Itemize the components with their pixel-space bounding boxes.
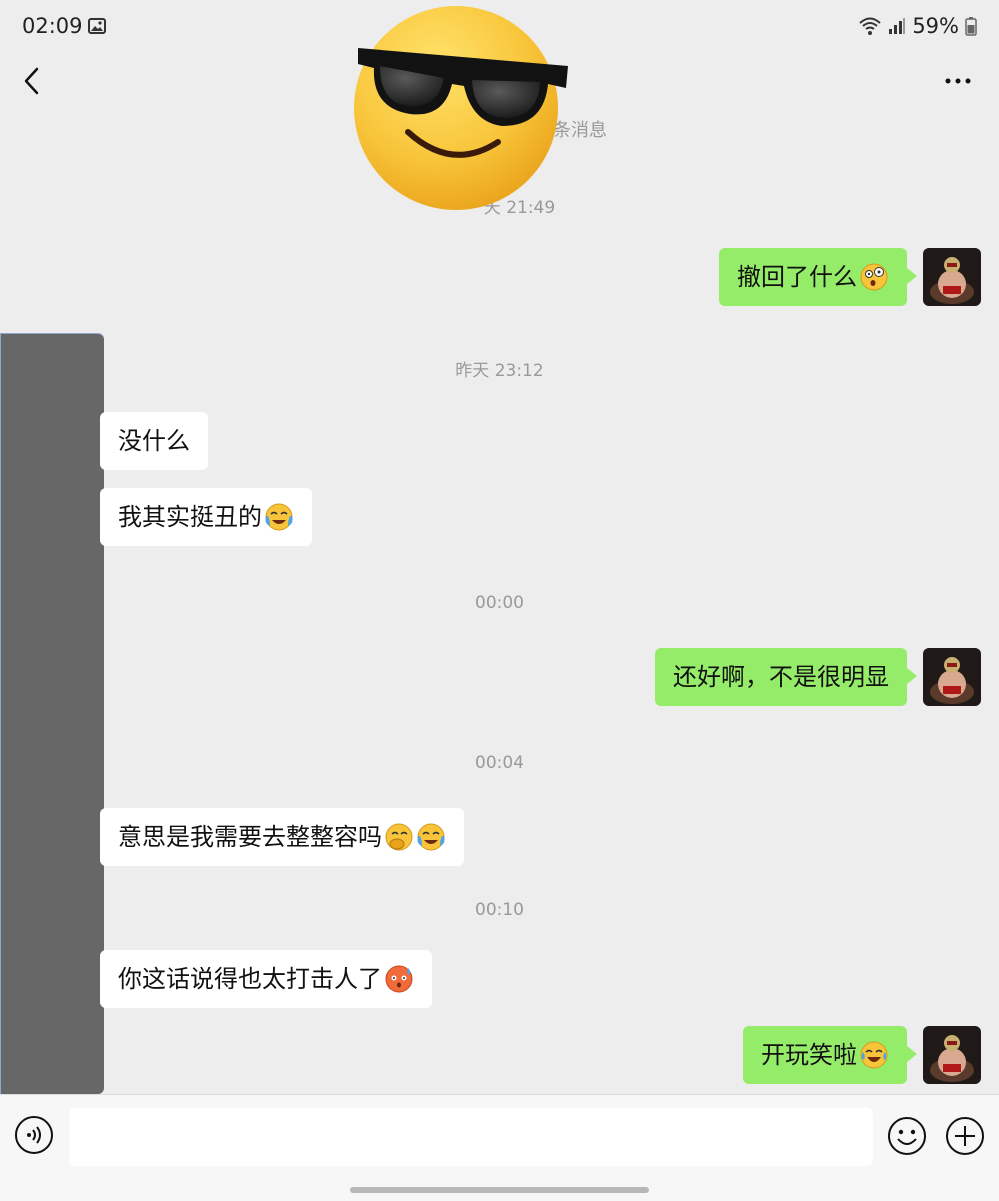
- battery-percent: 59%: [912, 14, 959, 38]
- hand-over-mouth-emoji-icon: [385, 823, 413, 851]
- surprised-emoji-icon: [860, 263, 888, 291]
- message-text: 还好啊，不是很明显: [673, 663, 889, 691]
- message-bubble-theirs[interactable]: 我其实挺丑的: [100, 488, 312, 546]
- blushing-sweat-emoji-icon: [385, 965, 413, 993]
- message-text: 我其实挺丑的: [118, 503, 262, 531]
- message-bubble-theirs[interactable]: 你这话说得也太打击人了: [100, 950, 432, 1008]
- input-bar: [0, 1094, 999, 1201]
- status-indicators: 59%: [858, 14, 977, 38]
- message-row: 还好啊，不是很明显: [655, 648, 981, 706]
- back-icon[interactable]: [18, 64, 46, 98]
- more-icon[interactable]: [943, 66, 973, 96]
- battery-icon: [965, 17, 977, 36]
- message-row: 开玩笑啦: [743, 1026, 981, 1084]
- timestamp: 昨天 23:12: [455, 361, 544, 381]
- my-avatar[interactable]: [923, 648, 981, 706]
- plus-icon[interactable]: [944, 1115, 986, 1157]
- message-text: 没什么: [118, 427, 190, 455]
- message-row: 撤回了什么: [719, 248, 981, 306]
- wifi-icon: [859, 17, 881, 35]
- signal-icon: [889, 18, 906, 34]
- status-time: 02:09: [22, 14, 83, 38]
- message-bubble-mine[interactable]: 开玩笑啦: [743, 1026, 917, 1084]
- timestamp: 00:04: [475, 753, 524, 773]
- message-text: 开玩笑啦: [761, 1041, 857, 1069]
- home-indicator: [350, 1187, 649, 1193]
- message-bubble-theirs[interactable]: 意思是我需要去整整容吗: [100, 808, 464, 866]
- photo-icon: [88, 18, 106, 34]
- tears-of-joy-emoji-icon: [860, 1041, 888, 1069]
- message-text: 意思是我需要去整整容吗: [118, 823, 382, 851]
- crying-laugh-emoji-icon: [417, 823, 445, 851]
- message-bubble-mine[interactable]: 还好啊，不是很明显: [655, 648, 917, 706]
- timestamp: 00:00: [475, 593, 524, 613]
- voice-icon[interactable]: [14, 1115, 54, 1155]
- message-bubble-mine[interactable]: 撤回了什么: [719, 248, 917, 306]
- crying-laugh-emoji-icon: [265, 503, 293, 531]
- my-avatar[interactable]: [923, 248, 981, 306]
- message-bubble-theirs[interactable]: 没什么: [100, 412, 208, 470]
- message-text: 撤回了什么: [737, 263, 857, 291]
- my-avatar[interactable]: [923, 1026, 981, 1084]
- message-input[interactable]: [69, 1108, 873, 1166]
- emoji-icon[interactable]: [886, 1115, 928, 1157]
- sunglasses-emoji-sticker: [354, 6, 568, 210]
- timestamp: 00:10: [475, 900, 524, 920]
- redacted-overlay: [0, 334, 104, 1094]
- message-text: 你这话说得也太打击人了: [118, 965, 382, 993]
